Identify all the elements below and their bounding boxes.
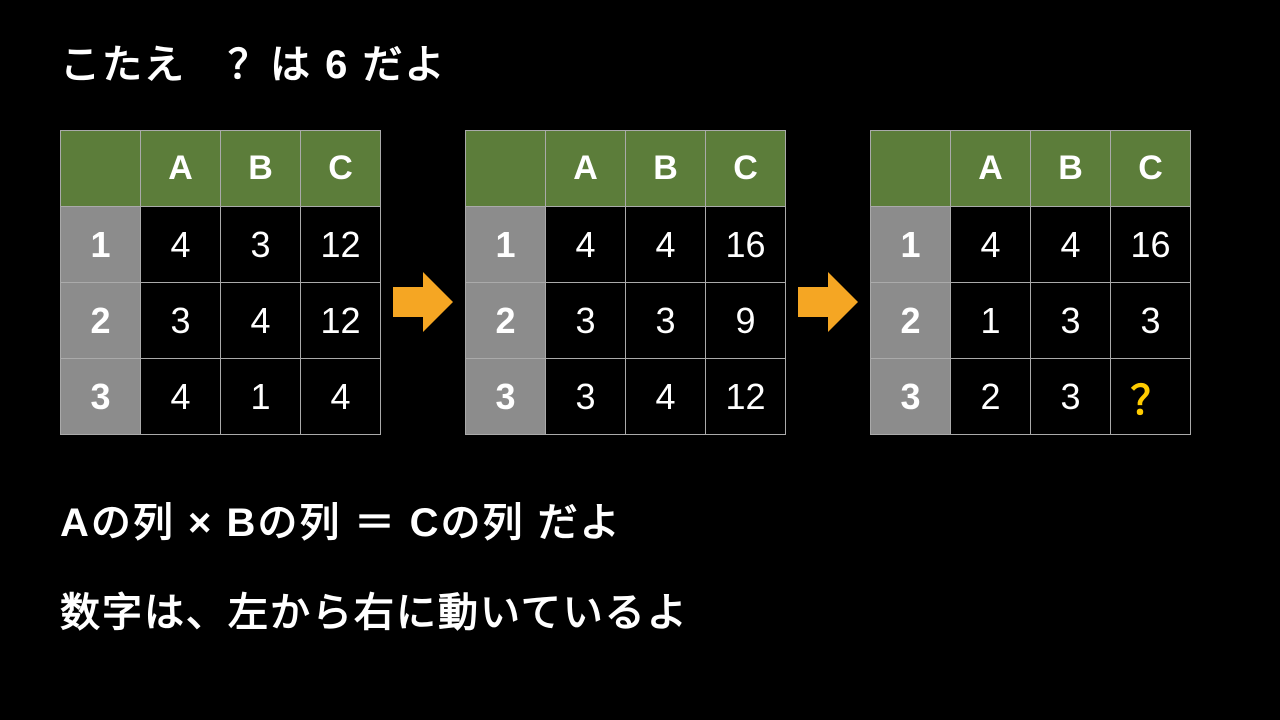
col-header-c: C: [301, 131, 381, 207]
puzzle-table-3: A B C 1 4 4 16 2 1 3 3 3 2 3 ？: [870, 130, 1191, 435]
cell: 4: [301, 359, 381, 435]
row-header: 3: [61, 359, 141, 435]
row-header: 3: [871, 359, 951, 435]
explanation-line-2: 数字は、左から右に動いているよ: [60, 580, 689, 638]
row-header: 2: [871, 283, 951, 359]
row-header: 1: [466, 207, 546, 283]
cell: 3: [546, 283, 626, 359]
cell: 12: [301, 207, 381, 283]
cell: 4: [951, 207, 1031, 283]
cell: 16: [706, 207, 786, 283]
row-header: 2: [61, 283, 141, 359]
cell: 4: [1031, 207, 1111, 283]
col-header-a: A: [141, 131, 221, 207]
row-header: 3: [466, 359, 546, 435]
cell: 3: [546, 359, 626, 435]
cell: 4: [546, 207, 626, 283]
cell: 2: [951, 359, 1031, 435]
cell: 9: [706, 283, 786, 359]
col-header-a: A: [951, 131, 1031, 207]
cell: 3: [221, 207, 301, 283]
cell: 3: [141, 283, 221, 359]
cell: 12: [706, 359, 786, 435]
col-header-b: B: [221, 131, 301, 207]
row-header: 2: [466, 283, 546, 359]
cell: 4: [626, 359, 706, 435]
table-corner: [466, 131, 546, 207]
answer-title: こたえ ？は 6 だよ: [60, 32, 446, 90]
col-header-b: B: [1031, 131, 1111, 207]
table-corner: [61, 131, 141, 207]
arrow-right-icon: [393, 272, 453, 332]
puzzle-table-2: A B C 1 4 4 16 2 3 3 9 3 3 4 12: [465, 130, 786, 435]
cell: 1: [951, 283, 1031, 359]
col-header-c: C: [1111, 131, 1191, 207]
cell: 3: [626, 283, 706, 359]
table-corner: [871, 131, 951, 207]
cell: 4: [221, 283, 301, 359]
cell: 16: [1111, 207, 1191, 283]
cell: 4: [141, 359, 221, 435]
question-cell: ？: [1111, 359, 1191, 435]
cell: 3: [1031, 359, 1111, 435]
tables-container: A B C 1 4 3 12 2 3 4 12 3 4 1 4: [60, 130, 1191, 435]
col-header-c: C: [706, 131, 786, 207]
cell: 3: [1111, 283, 1191, 359]
col-header-b: B: [626, 131, 706, 207]
row-header: 1: [61, 207, 141, 283]
cell: 1: [221, 359, 301, 435]
puzzle-table-1: A B C 1 4 3 12 2 3 4 12 3 4 1 4: [60, 130, 381, 435]
col-header-a: A: [546, 131, 626, 207]
row-header: 1: [871, 207, 951, 283]
cell: 4: [141, 207, 221, 283]
explanation-line-1: Aの列 × Bの列 ＝ Cの列 だよ: [60, 490, 622, 548]
cell: 3: [1031, 283, 1111, 359]
arrow-right-icon: [798, 272, 858, 332]
cell: 4: [626, 207, 706, 283]
cell: 12: [301, 283, 381, 359]
